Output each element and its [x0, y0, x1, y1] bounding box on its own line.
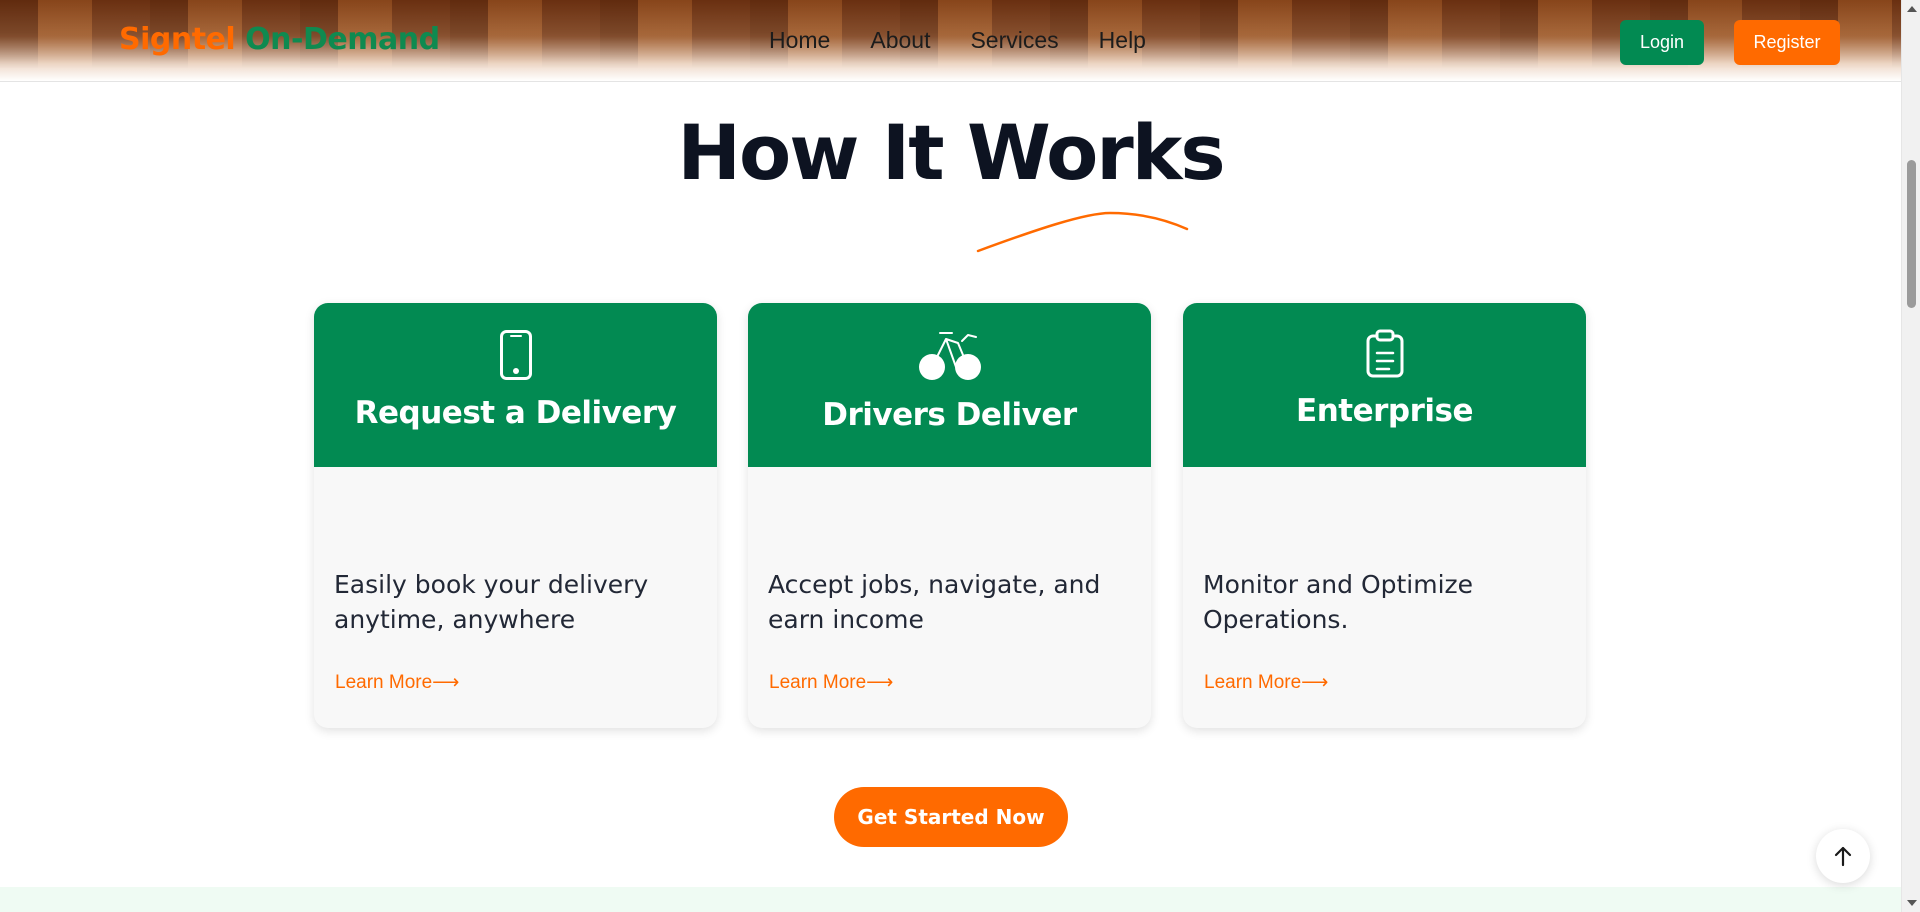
logo-text-primary: Signtel: [119, 22, 236, 57]
card-description: Easily book your delivery anytime, anywh…: [334, 570, 649, 634]
card-title: Drivers Deliver: [822, 397, 1077, 433]
learn-more-link[interactable]: Learn More⟶: [1204, 671, 1328, 694]
learn-more-link[interactable]: Learn More⟶: [769, 671, 893, 694]
back-to-top-button[interactable]: [1816, 829, 1870, 883]
card-drivers-deliver: Drivers Deliver Accept jobs, navigate, a…: [748, 303, 1151, 728]
card-title: Request a Delivery: [354, 395, 677, 431]
card-enterprise: Enterprise Monitor and Optimize Operatio…: [1183, 303, 1586, 728]
login-button[interactable]: Login: [1620, 20, 1704, 65]
card-header: Enterprise: [1183, 303, 1586, 467]
card-header: Request a Delivery: [314, 303, 717, 467]
scrollbar-thumb[interactable]: [1907, 160, 1916, 308]
clipboard-icon: [1366, 329, 1403, 378]
phone-icon: [499, 330, 532, 380]
nav-link-help[interactable]: Help: [1099, 27, 1146, 54]
bicycle-icon: [918, 332, 981, 380]
scroll-up-arrow[interactable]: [1907, 6, 1917, 12]
site-logo[interactable]: Signtel On-Demand: [119, 22, 440, 57]
next-section-edge: [0, 887, 1901, 912]
section-title: How It Works: [677, 108, 1225, 197]
card-description: Accept jobs, navigate, and earn income: [768, 570, 1101, 634]
main-nav: Home About Services Help: [769, 27, 1146, 54]
site-header: Signtel On-Demand Home About Services He…: [0, 0, 1901, 82]
title-underline-swoosh: [976, 211, 1189, 253]
nav-link-about[interactable]: About: [870, 27, 930, 54]
register-button[interactable]: Register: [1734, 20, 1840, 65]
card-request-delivery: Request a Delivery Easily book your deli…: [314, 303, 717, 728]
get-started-button[interactable]: Get Started Now: [834, 787, 1068, 847]
scroll-down-arrow[interactable]: [1907, 900, 1917, 906]
card-header: Drivers Deliver: [748, 303, 1151, 467]
logo-text-secondary: On-Demand: [245, 22, 440, 57]
learn-more-link[interactable]: Learn More⟶: [335, 671, 459, 694]
nav-link-home[interactable]: Home: [769, 27, 830, 54]
page-scrollbar[interactable]: [1901, 0, 1920, 912]
card-description: Monitor and Optimize Operations.: [1203, 570, 1474, 634]
arrow-up-icon: [1834, 846, 1852, 867]
nav-link-services[interactable]: Services: [970, 27, 1058, 54]
card-title: Enterprise: [1296, 393, 1473, 429]
